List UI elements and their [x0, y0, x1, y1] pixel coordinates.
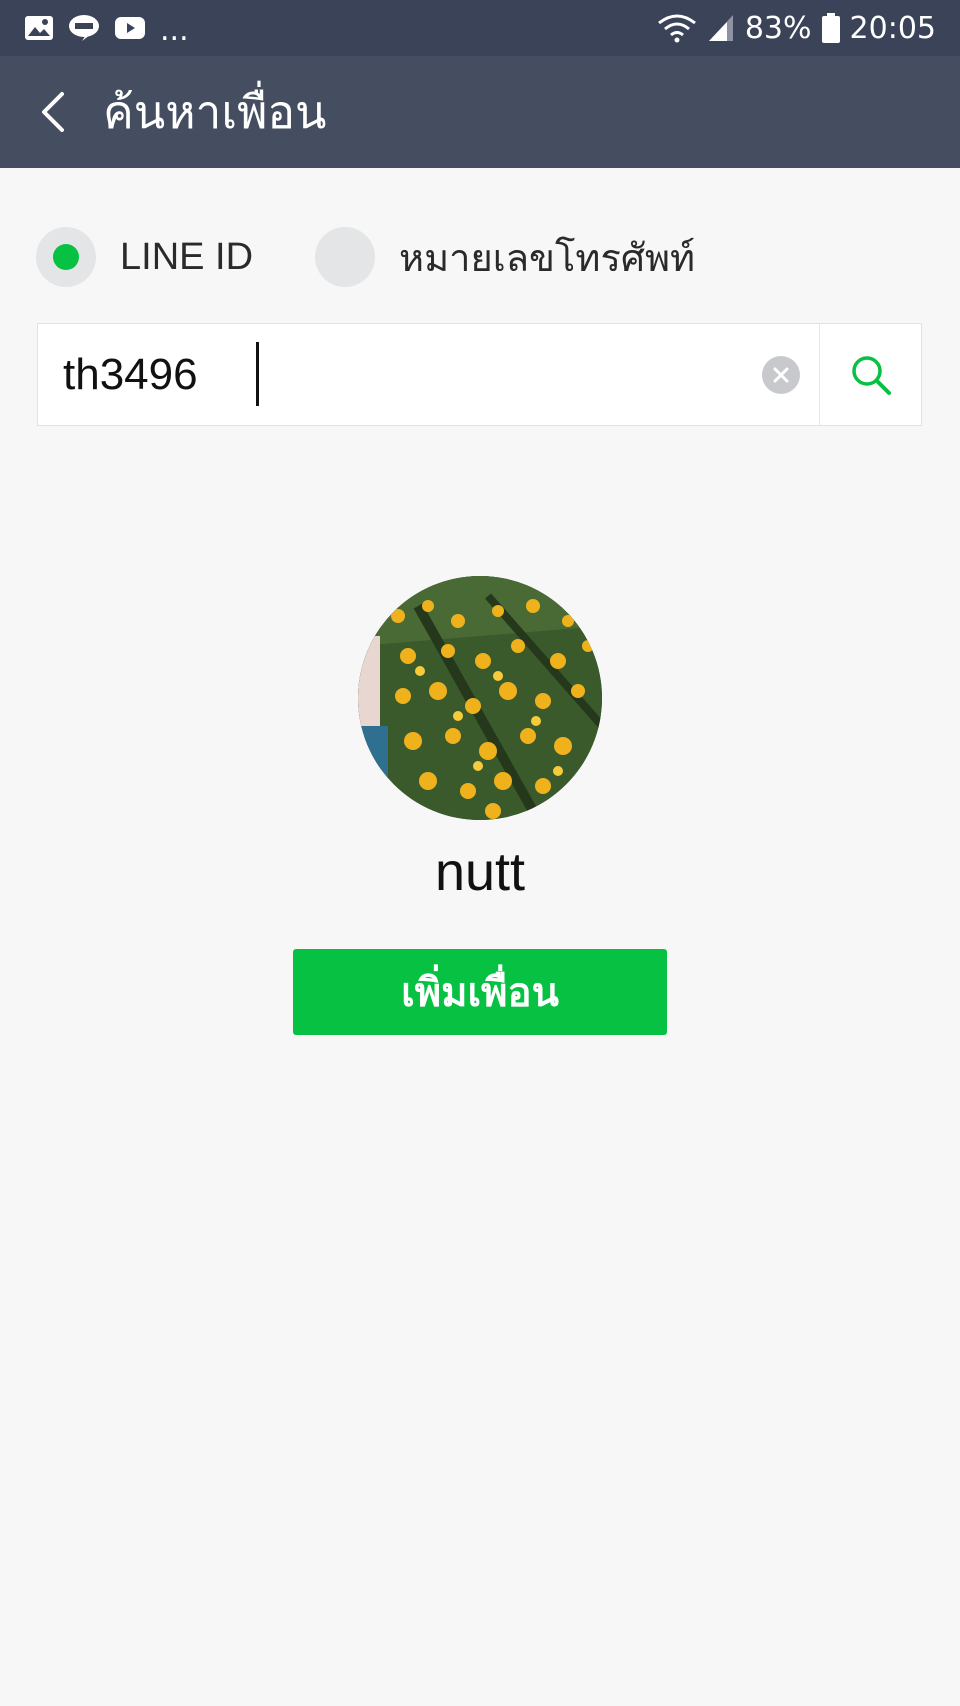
search-box: [37, 323, 922, 426]
search-type-selector: LINE ID หมายเลขโทรศัพท์: [36, 226, 695, 288]
signal-icon: [707, 13, 735, 43]
search-button[interactable]: [820, 324, 921, 425]
add-friend-button[interactable]: เพิ่มเพื่อน: [293, 949, 667, 1035]
back-button[interactable]: [22, 82, 82, 142]
search-icon: [851, 355, 891, 395]
chevron-left-icon: [42, 92, 64, 132]
battery-percent: 83%: [744, 10, 812, 46]
radio-button-selected[interactable]: [36, 227, 96, 287]
notification-icons: ...: [24, 0, 189, 56]
radio-button-unselected[interactable]: [315, 227, 376, 287]
close-icon: [773, 367, 789, 383]
avatar-photo: [358, 576, 602, 820]
status-bar: ... 83% 20:05: [0, 0, 960, 56]
system-status: 83% 20:05: [657, 0, 936, 56]
radio-label-phone-number: หมายเลขโทรศัพท์: [399, 235, 696, 280]
radio-label-line-id: LINE ID: [120, 235, 254, 278]
profile-name: nutt: [434, 842, 526, 902]
radio-phone-number[interactable]: หมายเลขโทรศัพท์: [315, 227, 695, 288]
gallery-icon: [24, 15, 54, 41]
avatar[interactable]: [358, 576, 602, 820]
youtube-icon: [114, 16, 146, 40]
clock: 20:05: [849, 10, 936, 46]
battery-icon: [821, 13, 840, 43]
radio-selected-dot: [53, 244, 79, 270]
line-app-icon: [68, 14, 100, 42]
wifi-icon: [657, 13, 697, 43]
text-cursor: [256, 342, 259, 406]
clear-button[interactable]: [762, 356, 800, 394]
app-bar: ค้นหาเพื่อน: [0, 56, 960, 168]
radio-line-id[interactable]: LINE ID: [36, 227, 253, 287]
more-notifications-indicator: ...: [160, 13, 189, 48]
search-input[interactable]: [38, 324, 778, 425]
page-title: ค้นหาเพื่อน: [103, 84, 327, 139]
